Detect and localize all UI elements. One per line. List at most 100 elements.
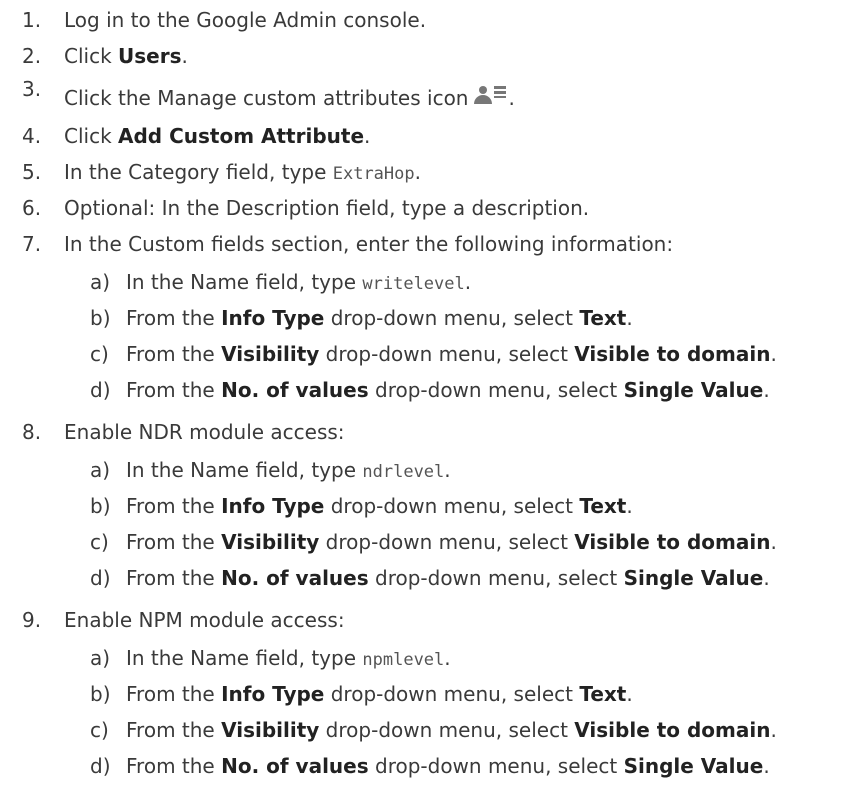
- step-number: 2.: [22, 44, 42, 68]
- step-text: In the Name field, type: [126, 646, 363, 670]
- step-text: drop-down menu, select: [319, 530, 575, 554]
- substep-content: In the Name field, type ndrlevel.: [126, 458, 451, 482]
- substep-content: From the No. of values drop-down menu, s…: [126, 378, 770, 402]
- ui-term: Single Value: [623, 378, 764, 402]
- ui-term: Info Type: [221, 306, 325, 330]
- step-number: 1.: [22, 8, 42, 32]
- step-text: In the Name field, type: [126, 458, 363, 482]
- ui-term: Add Custom Attribute: [118, 124, 365, 148]
- step-number: 3.: [22, 77, 42, 101]
- ui-term: Visible to domain: [574, 342, 771, 366]
- step-text: .: [626, 682, 633, 706]
- substep-letter: a): [90, 458, 111, 482]
- step-text: From the: [126, 566, 222, 590]
- substep-content: In the Name field, type writelevel.: [126, 270, 471, 294]
- substep-content: From the No. of values drop-down menu, s…: [126, 566, 770, 590]
- step-number: 6.: [22, 196, 42, 220]
- step-text: .: [626, 494, 633, 518]
- step-content: In the Category field, type ExtraHop.: [64, 160, 421, 184]
- substep-content: From the Visibility drop-down menu, sele…: [126, 718, 777, 742]
- code-value: writelevel: [362, 274, 465, 294]
- substep-letter: a): [90, 646, 111, 670]
- substep-content: From the Visibility drop-down menu, sele…: [126, 342, 777, 366]
- step-text: From the: [126, 682, 222, 706]
- step-text: From the: [126, 378, 222, 402]
- step-text: Log in to the Google Admin console.: [64, 8, 427, 32]
- step-text: .: [763, 754, 770, 778]
- code-value: npmlevel: [362, 650, 445, 670]
- ui-term: Text: [579, 494, 627, 518]
- step-text: Click the Manage custom attributes icon: [64, 86, 469, 110]
- step-content: Click Add Custom Attribute.: [64, 124, 370, 148]
- step-text: From the: [126, 306, 222, 330]
- step-text: Click: [64, 124, 119, 148]
- step-text: Enable NDR module access:: [64, 420, 345, 444]
- step-text: From the: [126, 718, 222, 742]
- ui-term: No. of values: [221, 754, 369, 778]
- step-text: .: [464, 270, 472, 294]
- ui-term: Visible to domain: [574, 530, 771, 554]
- step-text: drop-down menu, select: [368, 566, 624, 590]
- substep-letter: b): [90, 494, 111, 518]
- manage-custom-attributes-icon: [472, 85, 508, 105]
- substep-content: From the No. of values drop-down menu, s…: [126, 754, 770, 778]
- substep-letter: b): [90, 682, 111, 706]
- step-number: 7.: [22, 232, 42, 256]
- step-text: drop-down menu, select: [324, 494, 580, 518]
- ui-term: Text: [579, 306, 627, 330]
- step-content: Enable NDR module access:: [64, 420, 345, 444]
- step-text: drop-down menu, select: [324, 306, 580, 330]
- ui-term: Info Type: [221, 682, 325, 706]
- substep-letter: c): [90, 342, 109, 366]
- step-content: Click the Manage custom attributes icon.: [64, 85, 515, 110]
- ui-term: Info Type: [221, 494, 325, 518]
- step-text: In the Category field, type: [64, 160, 333, 184]
- step-text: .: [444, 646, 451, 670]
- substep-letter: a): [90, 270, 111, 294]
- substep-content: From the Info Type drop-down menu, selec…: [126, 306, 633, 330]
- step-number: 4.: [22, 124, 42, 148]
- step-text: drop-down menu, select: [324, 682, 580, 706]
- step-content: Click Users.: [64, 44, 188, 68]
- ui-term: Visibility: [221, 718, 320, 742]
- step-text: .: [444, 458, 451, 482]
- substep-content: From the Visibility drop-down menu, sele…: [126, 530, 777, 554]
- ui-term: No. of values: [221, 378, 369, 402]
- step-text: .: [763, 566, 770, 590]
- substep-letter: d): [90, 378, 111, 402]
- code-value: ExtraHop: [332, 164, 415, 184]
- step-text: drop-down menu, select: [319, 718, 575, 742]
- substep-letter: c): [90, 718, 109, 742]
- substep-letter: d): [90, 754, 111, 778]
- ui-term: Single Value: [623, 754, 764, 778]
- step-text: Enable NPM module access:: [64, 608, 345, 632]
- ui-term: Visible to domain: [574, 718, 771, 742]
- step-text: .: [626, 306, 633, 330]
- substep-content: In the Name field, type npmlevel.: [126, 646, 451, 670]
- step-text: From the: [126, 754, 222, 778]
- step-content: Optional: In the Description field, type…: [64, 196, 589, 220]
- step-text: Click: [64, 44, 119, 68]
- substep-content: From the Info Type drop-down menu, selec…: [126, 682, 633, 706]
- ui-term: Text: [579, 682, 627, 706]
- step-text: .: [414, 160, 421, 184]
- ui-term: Visibility: [221, 530, 320, 554]
- substep-letter: d): [90, 566, 111, 590]
- substep-letter: c): [90, 530, 109, 554]
- step-text: From the: [126, 342, 222, 366]
- step-text: drop-down menu, select: [319, 342, 575, 366]
- step-text: In the Custom fields section, enter the …: [64, 232, 674, 256]
- step-number: 8.: [22, 420, 42, 444]
- step-content: In the Custom fields section, enter the …: [64, 232, 673, 256]
- ui-term: Single Value: [623, 566, 764, 590]
- step-content: Enable NPM module access:: [64, 608, 345, 632]
- step-text: .: [770, 530, 777, 554]
- step-text: In the Name field, type: [126, 270, 363, 294]
- step-text: From the: [126, 494, 222, 518]
- step-content: Log in to the Google Admin console.: [64, 8, 426, 32]
- step-text: Optional: In the Description field, type…: [64, 196, 590, 220]
- step-text: .: [508, 86, 515, 110]
- step-text: drop-down menu, select: [368, 378, 624, 402]
- step-text: .: [770, 718, 777, 742]
- substep-letter: b): [90, 306, 111, 330]
